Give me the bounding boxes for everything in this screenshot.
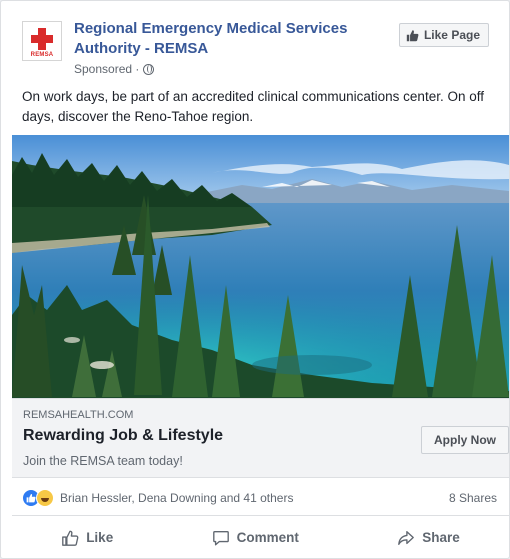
post-header: REMSA Regional Emergency Medical Service… <box>22 17 499 77</box>
globe-icon <box>143 63 155 75</box>
share-button[interactable]: Share <box>397 529 460 547</box>
reaction-names[interactable]: Brian Hessler, Dena Downing and 41 other… <box>60 491 449 505</box>
page-name-link[interactable]: Regional Emergency Medical Services Auth… <box>74 19 364 59</box>
reactions-bar: Brian Hessler, Dena Downing and 41 other… <box>22 486 497 510</box>
thumbs-up-icon <box>406 29 419 41</box>
thumbs-up-outline-icon <box>62 530 79 546</box>
link-domain: REMSAHEALTH.COM <box>23 409 134 421</box>
reaction-icons[interactable] <box>22 489 54 507</box>
like-page-label: Like Page <box>423 28 480 42</box>
sponsored-text[interactable]: Sponsored · <box>74 62 139 76</box>
like-button[interactable]: Like <box>61 529 113 547</box>
comment-icon <box>212 530 229 545</box>
like-label: Like <box>86 530 114 545</box>
comment-button[interactable]: Comment <box>212 529 299 547</box>
sponsored-label: Sponsored · <box>74 62 155 76</box>
post-body-text: On work days, be part of an accredited c… <box>22 89 484 124</box>
haha-reaction-icon <box>36 489 54 507</box>
share-label: Share <box>422 530 460 545</box>
post-actions: Like Comment Share <box>12 515 509 558</box>
link-preview[interactable]: REMSAHEALTH.COM Rewarding Job & Lifestyl… <box>12 398 509 478</box>
comment-label: Comment <box>236 530 299 545</box>
link-headline[interactable]: Rewarding Job & Lifestyle <box>23 427 223 445</box>
share-arrow-icon <box>398 530 415 545</box>
lake-tahoe-image[interactable] <box>12 135 509 398</box>
shares-count[interactable]: 8 Shares <box>449 491 497 505</box>
remsa-logo[interactable]: REMSA <box>22 21 62 61</box>
sponsored-post-card: REMSA Regional Emergency Medical Service… <box>0 0 510 559</box>
apply-now-button[interactable]: Apply Now <box>421 426 509 454</box>
hero-image-graphic <box>12 135 509 398</box>
like-page-button[interactable]: Like Page <box>398 23 489 47</box>
link-description: Join the REMSA team today! <box>23 454 183 468</box>
logo-text: REMSA <box>30 52 54 58</box>
logo-cross-horizontal <box>31 35 53 43</box>
